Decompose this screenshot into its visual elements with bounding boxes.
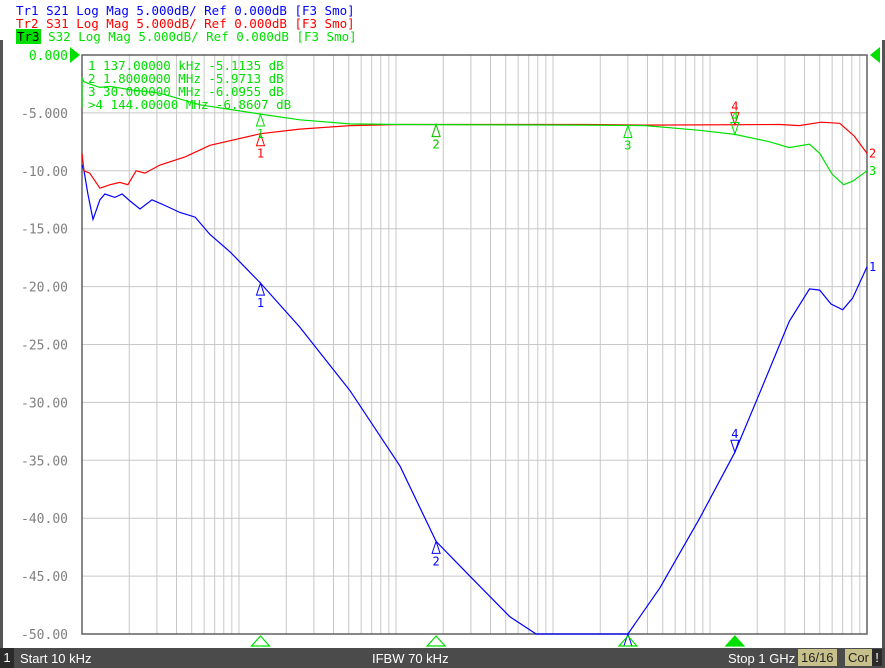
marker-number: 1 <box>257 147 264 161</box>
y-axis-label: -35.00 <box>21 454 68 469</box>
trace-end-label: 2 <box>869 146 876 160</box>
y-axis-label: -40.00 <box>21 512 68 527</box>
correction-indicator: Cor <box>845 649 872 666</box>
stop-frequency[interactable]: Stop 1 GHz <box>728 651 795 666</box>
averaging-count: 16/16 <box>798 649 837 666</box>
trace-3-params: S32 Log Mag 5.000dB/ Ref 0.000dB [F3 Smo… <box>40 29 357 44</box>
y-axis-label: -10.00 <box>21 165 68 180</box>
trace-end-label: 3 <box>869 164 876 178</box>
trace-end-label: 1 <box>869 260 876 274</box>
y-axis-label: -25.00 <box>21 339 68 354</box>
channel-indicator[interactable]: 1 <box>0 648 14 668</box>
trace-3-header[interactable]: Tr3 S32 Log Mag 5.000dB/ Ref 0.000dB [F3… <box>16 29 357 44</box>
start-frequency[interactable]: Start 10 kHz <box>20 651 92 666</box>
marker-number: 3 <box>624 138 631 152</box>
marker-number: 2 <box>432 138 439 152</box>
y-axis-label: -20.00 <box>21 281 68 296</box>
left-border <box>0 40 3 648</box>
trace-plot[interactable]: 0.000 -5.000 -10.00 -15.00 -20.00 -25.00 -30.0… <box>0 0 885 668</box>
marker-readout-row: >4 144.00000 MHz -6.8607 dB <box>88 97 291 112</box>
marker-number: 1 <box>257 127 264 141</box>
marker-number: 4 <box>731 427 738 441</box>
y-axis-label: 0.000 <box>29 49 68 64</box>
marker-number: 1 <box>257 296 264 310</box>
ifbw[interactable]: IFBW 70 kHz <box>372 651 449 666</box>
background <box>3 44 882 648</box>
y-axis-label: -30.00 <box>21 396 68 411</box>
marker-number: 2 <box>432 554 439 568</box>
active-trace-badge: Tr3 <box>16 29 41 44</box>
y-axis-label: -45.00 <box>21 570 68 585</box>
y-axis-label: -50.00 <box>21 628 68 643</box>
y-axis-label: -15.00 <box>21 223 68 238</box>
alert-indicator: ! <box>872 649 882 666</box>
status-bar: 1 Start 10 kHz IFBW 70 kHz Stop 1 GHz 16… <box>0 648 885 668</box>
y-axis-label: -5.000 <box>21 107 68 122</box>
marker-number: 4 <box>731 109 738 123</box>
